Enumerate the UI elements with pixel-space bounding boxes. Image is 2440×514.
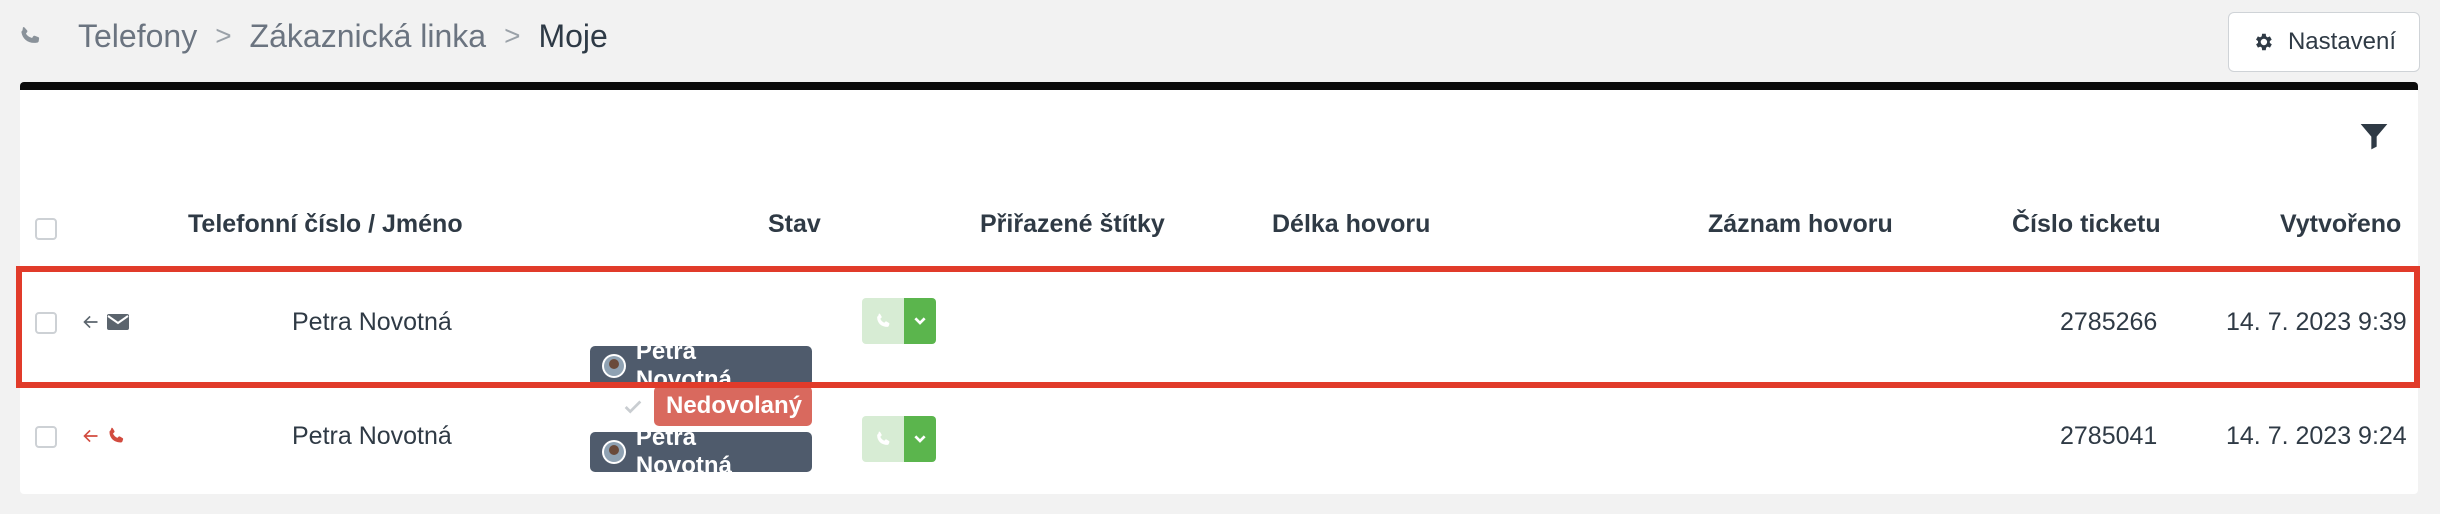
envelope-icon <box>107 314 129 330</box>
header-recording[interactable]: Záznam hovoru <box>1708 210 1893 239</box>
ticket-number[interactable]: 2785041 <box>2060 422 2157 451</box>
table-header: Telefonní číslo / Jméno Stav Přiřazené š… <box>20 210 2418 254</box>
chevron-down-icon <box>914 317 926 325</box>
arrow-left-icon <box>83 315 98 329</box>
call-button[interactable] <box>862 298 936 344</box>
call-button[interactable] <box>862 416 936 462</box>
header-phone-name[interactable]: Telefonní číslo / Jméno <box>188 210 463 239</box>
agent-badge: Petra Novotná <box>590 424 812 479</box>
call-dropdown-toggle[interactable] <box>904 416 936 462</box>
created-date: 14. 7. 2023 9:39 <box>2226 308 2407 336</box>
caller-name[interactable]: Petra Novotná <box>292 308 452 337</box>
filter-icon[interactable] <box>2358 120 2390 157</box>
row-checkbox[interactable] <box>35 312 57 334</box>
header-ticket[interactable]: Číslo ticketu <box>2012 210 2161 239</box>
call-dropdown-toggle[interactable] <box>904 298 936 344</box>
phone-icon <box>109 427 124 443</box>
header-tags[interactable]: Přiřazené štítky <box>980 210 1165 239</box>
header-created[interactable]: Vytvořeno <box>2280 210 2401 239</box>
calls-panel: Telefonní číslo / Jméno Stav Přiřazené š… <box>16 82 2420 496</box>
row-divider <box>20 384 2418 385</box>
breadcrumb-separator: > <box>504 20 521 51</box>
header-status[interactable]: Stav <box>768 210 821 239</box>
avatar <box>602 354 626 378</box>
created-date: 14. 7. 2023 9:24 <box>2226 422 2407 450</box>
breadcrumb: Telefony > Zákaznická linka > Moje <box>18 14 608 58</box>
avatar <box>602 440 626 464</box>
phone-icon <box>877 431 890 445</box>
arrow-left-icon <box>83 429 98 443</box>
ticket-number[interactable]: 2785266 <box>2060 308 2157 337</box>
breadcrumb-separator: > <box>215 20 232 51</box>
agent-name: Petra Novotná <box>635 424 732 479</box>
breadcrumb-telefony[interactable]: Telefony <box>78 18 197 55</box>
phone-icon <box>877 313 890 327</box>
chevron-down-icon <box>914 435 926 443</box>
select-all-checkbox[interactable] <box>35 218 57 240</box>
header-duration[interactable]: Délka hovoru <box>1272 210 1430 239</box>
settings-button[interactable]: Nastavení <box>2228 12 2420 72</box>
row-checkbox[interactable] <box>35 426 57 448</box>
check-icon <box>624 400 642 414</box>
gear-icon <box>2256 33 2272 51</box>
breadcrumb-zakaznicka-linka[interactable]: Zákaznická linka <box>250 18 487 55</box>
breadcrumb-current: Moje <box>538 17 608 54</box>
table-row[interactable]: Petra Novotná Petra Novotná 2785266 14. … <box>20 268 2418 393</box>
missed-badge: Nedovolaný <box>654 386 812 426</box>
settings-label: Nastavení <box>2287 28 2397 55</box>
phone-icon <box>18 23 44 49</box>
agent-badge: Petra Novotná <box>590 338 812 393</box>
table-row[interactable]: Petra Novotná Nedovolaný Petra Novotná 2… <box>20 386 2418 496</box>
caller-name[interactable]: Petra Novotná <box>292 422 452 451</box>
